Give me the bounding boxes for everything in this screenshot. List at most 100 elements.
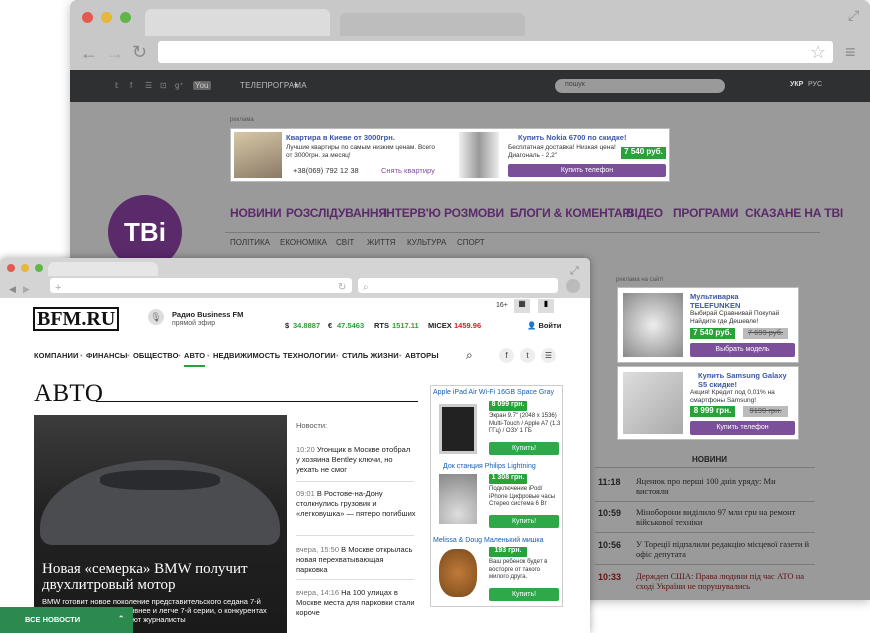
choose-model-button[interactable]: Выбрать модель [690, 343, 795, 357]
bookmark-icon[interactable]: ▮ [538, 299, 554, 313]
bfm-logo[interactable]: BFM.RU [33, 307, 120, 331]
subnav-life[interactable]: ЖИТТЯ [367, 238, 396, 247]
forward-arrow-icon[interactable]: → [106, 44, 124, 62]
back-arrow-icon[interactable]: ◀ [9, 280, 16, 298]
search-input[interactable]: пошук [555, 79, 725, 93]
twitter-icon[interactable]: t [520, 348, 535, 363]
news-item[interactable]: вчера, 14:16 На 100 улицах в Москве мест… [296, 588, 416, 618]
nav-said-on-tvi[interactable]: СКАЗАНЕ НА ТВІ [745, 206, 843, 220]
reload-icon[interactable]: ↻ [132, 43, 147, 61]
ad-title[interactable]: Квартира в Киеве от 3000грн. [286, 133, 395, 142]
ad-title[interactable]: Melissa & Doug Маленький мишка [433, 537, 544, 544]
bookmark-star-icon[interactable]: ☆ [810, 43, 826, 61]
browser-tab[interactable] [48, 262, 158, 276]
hero-title[interactable]: Новая «семерка» BMW получит двухлитровый… [42, 561, 282, 593]
forward-arrow-icon[interactable]: ▶ [23, 280, 30, 298]
all-news-bar[interactable]: ВСЕ НОВОСТИ ⌃ [0, 607, 133, 633]
rss-icon[interactable]: ☰ [541, 348, 556, 363]
news-item[interactable]: Держдеп США: Права людини під час АТО на… [636, 571, 821, 591]
side-ad-title[interactable]: Мультиварка TELEFUNKEN [690, 292, 785, 310]
facebook-icon[interactable]: f [130, 81, 132, 90]
grid-icon[interactable]: ▦ [514, 299, 530, 313]
top-ad-banner[interactable]: Квартира в Киеве от 3000грн. Лучшие квар… [230, 128, 670, 182]
buy-button[interactable]: Купить! [489, 515, 559, 528]
address-bar[interactable] [50, 278, 352, 293]
nav-companies[interactable]: КОМПАНИИ [34, 351, 78, 360]
news-item[interactable]: Яценюк про перші 100 днів уряду: Ми вист… [636, 476, 796, 496]
search-bar[interactable] [358, 278, 558, 293]
nav-video[interactable]: ВІДЕО [626, 206, 663, 220]
stock-value: 1517.11 [392, 321, 419, 330]
nav-finance[interactable]: ФИНАНСЫ [86, 351, 128, 360]
news-divider [296, 579, 414, 580]
nav-realty[interactable]: НЕДВИЖИМОСТЬ [213, 351, 280, 360]
browser-tab[interactable] [145, 9, 330, 36]
close-dot[interactable] [82, 12, 93, 23]
news-item[interactable]: Міноборони виділило 97 млн грн на ремонт… [636, 507, 816, 527]
nav-talks[interactable]: РОЗМОВИ [444, 206, 504, 220]
back-arrow-icon[interactable]: ← [80, 44, 98, 62]
news-item[interactable]: 09:01 В Ростове-на-Дону столкнулись груз… [296, 489, 416, 519]
buy-button[interactable]: Купить! [489, 588, 559, 601]
nav-investigations[interactable]: РОЗСЛІДУВАННЯ [286, 206, 387, 220]
subnav-politics[interactable]: ПОЛІТИКА [230, 238, 270, 247]
plus-icon[interactable]: + [55, 279, 61, 297]
buy-samsung-button[interactable]: Купить телефон [690, 421, 795, 435]
browser-tab-2[interactable] [340, 13, 525, 36]
search-icon[interactable]: ⌕ [466, 348, 473, 363]
youtube-icon[interactable]: You [193, 81, 211, 90]
ad-title[interactable]: Apple iPad Air Wi-Fi 16GB Space Gray [433, 389, 554, 396]
expand-icon[interactable]: ⤢ [570, 262, 579, 280]
expand-icon[interactable]: ⤢ [848, 6, 859, 24]
ad-title[interactable]: Док станция Philips Lightning [443, 463, 536, 470]
buy-button[interactable]: Купить! [489, 442, 559, 455]
login-link[interactable]: 👤 Войти [527, 321, 561, 330]
side-ad-1[interactable]: Мультиварка TELEFUNKEN Выбирай Сравнивай… [617, 287, 799, 363]
side-ad-2[interactable]: Купить Samsung Galaxy S5 скидке! Акция! … [617, 366, 799, 440]
subnav-economy[interactable]: ЕКОНОМІКА [280, 238, 327, 247]
maximize-dot[interactable] [120, 12, 131, 23]
windshield [100, 470, 220, 490]
nav-auto[interactable]: АВТО [184, 351, 206, 367]
googleplus-icon[interactable]: g⁺ [175, 81, 184, 90]
facebook-icon[interactable]: f [499, 348, 514, 363]
news-item[interactable]: вчера, 15:50 В Москве открылась новая пе… [296, 545, 416, 575]
nav-news[interactable]: НОВИНИ [230, 206, 282, 220]
instagram-icon[interactable]: ⊡ [160, 81, 167, 90]
maximize-dot[interactable] [35, 264, 43, 272]
side-ad-label: реклама на сайті [616, 277, 664, 283]
close-dot[interactable] [7, 264, 15, 272]
ad-cta-link[interactable]: Снять квартиру [381, 167, 435, 175]
back-browser-chrome: ⤢ ← → ↻ ☆ ≡ [70, 0, 870, 70]
minimize-dot[interactable] [101, 12, 112, 23]
menu-icon[interactable]: ≡ [845, 43, 856, 61]
microphone-icon[interactable]: 🎙 [148, 309, 164, 325]
buy-phone-button[interactable]: Купить телефон [508, 164, 666, 177]
nav-tech[interactable]: ТЕХНОЛОГИИ [283, 351, 336, 360]
side-ad-title-2[interactable]: Купить Samsung Galaxy S5 скидке! [698, 371, 793, 389]
nav-programs[interactable]: ПРОГРАМИ [673, 206, 738, 220]
twitter-icon[interactable]: 𝕥 [115, 81, 119, 90]
nav-blogs[interactable]: БЛОГИ & КОМЕНТАРІ [510, 206, 634, 220]
subnav-culture[interactable]: КУЛЬТУРА [407, 238, 446, 247]
account-icon[interactable] [566, 279, 580, 293]
radio-title[interactable]: Радио Business FM [172, 310, 243, 319]
subnav-sport[interactable]: СПОРТ [457, 238, 485, 247]
lang-rus[interactable]: РУС [808, 81, 822, 88]
nav-lifestyle[interactable]: СТИЛЬ ЖИЗНИ [342, 351, 399, 360]
nav-interview[interactable]: ІНТЕРВ'Ю [383, 206, 441, 220]
news-item[interactable]: 10:20 Угонщик в Москве отобрал у хозяина… [296, 445, 416, 475]
lang-ukr[interactable]: УКР [790, 81, 803, 88]
address-bar[interactable] [158, 41, 833, 63]
reload-icon[interactable]: ↻ [338, 279, 346, 297]
nav-separator: • [336, 351, 339, 360]
subnav-world[interactable]: СВІТ [336, 238, 354, 247]
ad-title-2[interactable]: Купить Nokia 6700 по скидке! [518, 133, 626, 142]
news-item[interactable]: У Тореції підпалили редакцію місцевої га… [636, 539, 816, 559]
minimize-dot[interactable] [21, 264, 29, 272]
nav-society[interactable]: ОБЩЕСТВО [133, 351, 179, 360]
nav-authors[interactable]: АВТОРЫ [405, 351, 439, 360]
front-browser-chrome: ⤢ ◀ ▶ + ↻ ⌕ [0, 258, 590, 298]
search-icon[interactable]: ⌕ [363, 279, 369, 297]
rss-icon[interactable]: ☰ [145, 81, 152, 90]
